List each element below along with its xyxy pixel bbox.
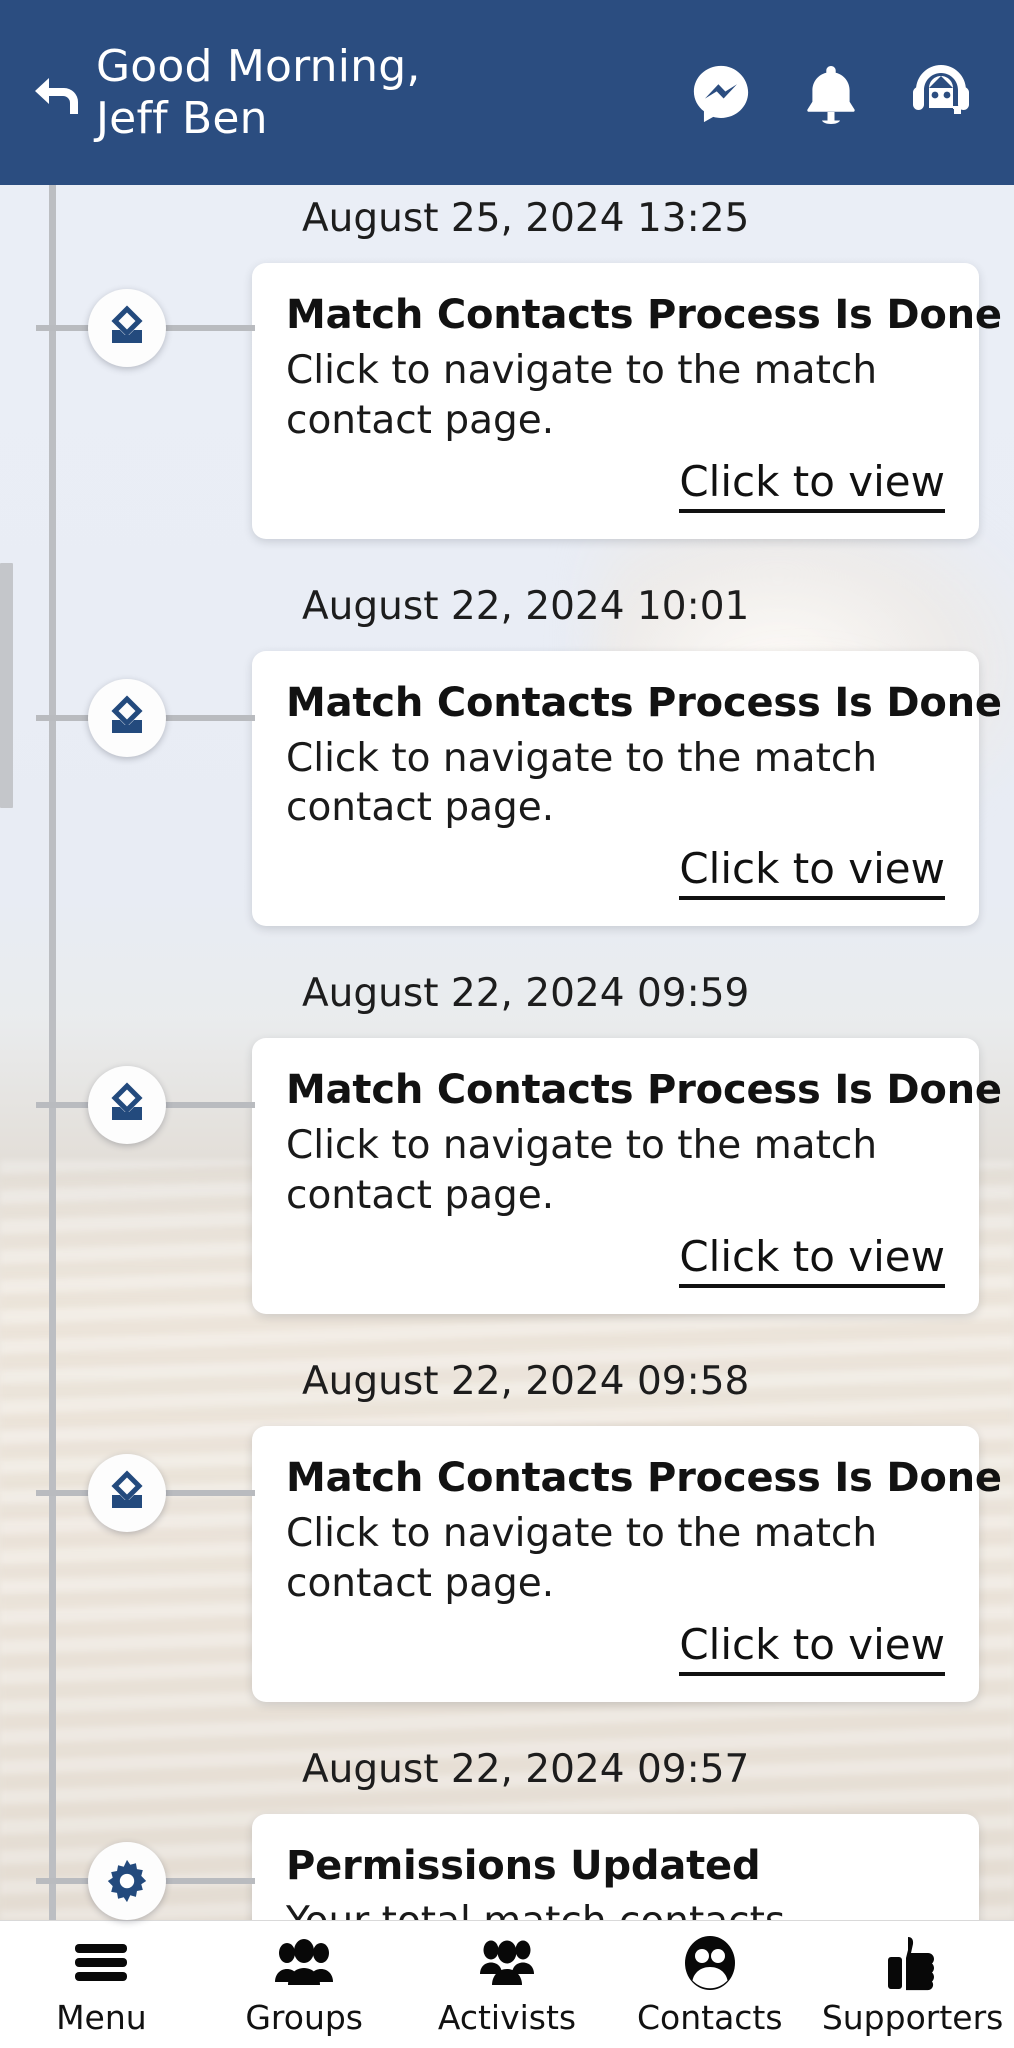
activists-people-icon	[478, 1935, 536, 1991]
notification-title: Match Contacts Process Is Done	[286, 292, 1002, 338]
notification-link-row: Click to view	[286, 847, 945, 901]
notification-body-line-1: Click to navigate to the match	[286, 347, 878, 393]
inbox-tray-icon	[111, 1082, 143, 1121]
notifications-button[interactable]	[798, 60, 864, 126]
timeline-node[interactable]	[88, 1454, 166, 1533]
timeline-connector-left	[36, 714, 92, 721]
notification-body-line-1: Click to navigate to the match	[286, 1123, 878, 1169]
notification-timestamp: August 22, 2024 10:01	[302, 583, 750, 629]
notification-body-line-1: Click to navigate to the match	[286, 1510, 878, 1556]
click-to-view-link[interactable]: Click to view	[679, 1622, 945, 1676]
notification-timestamp: August 22, 2024 09:58	[302, 1359, 750, 1405]
notification-item: August 25, 2024 13:25 Match Contacts Pro…	[0, 185, 1014, 539]
notification-timestamp: August 25, 2024 13:25	[302, 196, 750, 241]
notification-title: Match Contacts Process Is Done	[286, 679, 1002, 726]
nav-item-menu[interactable]: Menu	[1, 1935, 201, 2034]
timeline-connector-left	[36, 1102, 92, 1109]
notification-timestamp: August 22, 2024 09:57	[302, 1746, 750, 1792]
messenger-button[interactable]	[688, 60, 754, 126]
notification-body-line-2: contact page.	[286, 785, 555, 831]
notification-title: Permissions Updated	[286, 1842, 761, 1889]
greeting-line-2: Jeff Ben	[96, 92, 268, 144]
timeline-node[interactable]	[88, 1066, 166, 1145]
notification-body-line-2: contact page.	[286, 1560, 555, 1606]
app-header: Good Morning, Jeff Ben	[0, 0, 1014, 185]
timeline-connector-right	[163, 325, 255, 331]
click-to-view-link[interactable]: Click to view	[679, 1234, 945, 1289]
notification-title: Match Contacts Process Is Done	[286, 1067, 1002, 1114]
notification-card[interactable]: Match Contacts Process Is Done Click to …	[252, 1038, 1002, 1315]
timeline-connector-right	[163, 1102, 255, 1109]
notification-card[interactable]: Match Contacts Process Is Done Click to …	[252, 1426, 1002, 1702]
timeline-connector-right	[163, 714, 255, 721]
notification-body-line-2: contact page.	[286, 1173, 555, 1219]
click-to-view-link[interactable]: Click to view	[679, 847, 945, 901]
greeting-line-1: Good Morning,	[96, 40, 421, 92]
hamburger-menu-icon	[72, 1935, 130, 1991]
bottom-navigation-bar: Menu Groups Activists Contacts Supporter…	[0, 1920, 1014, 2048]
timeline-connector-left	[36, 1490, 92, 1497]
notification-item: August 22, 2024 09:59 Match Contacts Pro…	[0, 926, 1014, 1315]
nav-label-contacts: Contacts	[636, 1998, 783, 2037]
notification-timestamp: August 22, 2024 09:59	[302, 971, 750, 1017]
bell-icon	[807, 65, 855, 124]
notification-card[interactable]: Match Contacts Process Is Done Click to …	[252, 650, 1002, 927]
nav-label-menu: Menu	[56, 1998, 147, 2037]
notification-body-line-2: contact page.	[286, 397, 555, 443]
notification-card[interactable]: Match Contacts Process Is Done Click to …	[252, 263, 1002, 539]
nav-item-supporters[interactable]: Supporters	[813, 1935, 1013, 2034]
timeline-node[interactable]	[88, 678, 166, 757]
timeline-node[interactable]	[88, 289, 166, 367]
notification-item: August 22, 2024 09:58 Match Contacts Pro…	[0, 1314, 1014, 1702]
notification-body-line-1: Click to navigate to the match	[286, 735, 878, 781]
nav-item-groups[interactable]: Groups	[204, 1935, 404, 2034]
inbox-tray-icon	[111, 695, 143, 733]
click-to-view-link[interactable]: Click to view	[679, 459, 945, 513]
notification-link-row: Click to view	[286, 1234, 945, 1289]
timeline-connector-right	[163, 1490, 255, 1497]
support-button[interactable]	[908, 60, 974, 126]
timeline-node[interactable]	[88, 1841, 166, 1920]
nav-label-groups: Groups	[245, 1998, 364, 2037]
gear-icon	[107, 1859, 147, 1902]
nav-label-supporters: Supporters	[821, 1998, 1004, 2037]
nav-item-contacts[interactable]: Contacts	[610, 1935, 810, 2034]
thumbs-up-icon	[886, 1935, 940, 1991]
app-screen: Good Morning, Jeff Ben August 25, 2024 1…	[0, 0, 1014, 2048]
nav-item-activists[interactable]: Activists	[407, 1935, 607, 2034]
notification-item: August 22, 2024 10:01 Match Contacts Pro…	[0, 539, 1014, 927]
support-headset-icon	[913, 64, 969, 114]
messenger-icon	[693, 65, 749, 122]
greeting-text: Good Morning, Jeff Ben	[88, 41, 688, 145]
notification-feed: August 25, 2024 13:25 Match Contacts Pro…	[0, 185, 1014, 2048]
back-arrow-icon	[35, 77, 78, 114]
inbox-tray-icon	[111, 1470, 143, 1509]
notification-link-row: Click to view	[286, 459, 945, 513]
timeline-connector-left	[36, 1877, 92, 1884]
nav-label-activists: Activists	[437, 1998, 577, 2037]
inbox-tray-icon	[111, 305, 143, 343]
back-button[interactable]	[22, 68, 88, 118]
notification-title: Match Contacts Process Is Done	[286, 1455, 1002, 1502]
groups-people-icon	[273, 1935, 335, 1991]
timeline-connector-left	[36, 325, 92, 331]
timeline-connector-right	[163, 1877, 255, 1884]
contacts-circle-icon	[683, 1935, 737, 1991]
notification-link-row: Click to view	[286, 1622, 945, 1676]
header-icon-group	[688, 60, 984, 126]
